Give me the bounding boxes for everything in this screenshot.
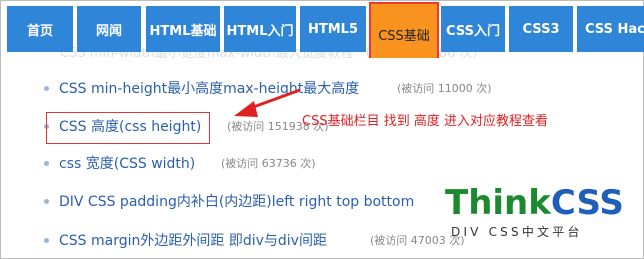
visit-count: (被访问 11000 次) — [397, 82, 492, 95]
bullet-icon — [44, 199, 49, 204]
thinkcss-logo: ThinkCSS DIV CSS中文平台 — [445, 183, 624, 243]
nav-tab-css-basics[interactable]: CSS基础 — [369, 2, 439, 58]
article-link[interactable]: CSS min-height最小高度max-height最大高度 — [59, 77, 359, 101]
bullet-icon — [44, 161, 49, 166]
annotation-text: CSS基础栏目 找到 高度 进入对应教程查看 — [302, 114, 548, 129]
visit-count: (被访问 63736 次) — [221, 157, 316, 170]
bullet-icon — [44, 238, 49, 243]
bullet-icon — [44, 86, 49, 91]
article-link[interactable]: css 宽度(CSS width) — [59, 152, 195, 176]
article-link[interactable]: CSS margin外边距外间距 即div与div间距 — [59, 229, 327, 253]
article-link[interactable]: DIV CSS padding内补白(内边距)left right top bo… — [59, 190, 414, 214]
logo-subtitle: DIV CSS中文平台 — [451, 225, 583, 239]
logo-wordmark: ThinkCSS — [445, 183, 624, 223]
highlight-box — [46, 112, 210, 144]
